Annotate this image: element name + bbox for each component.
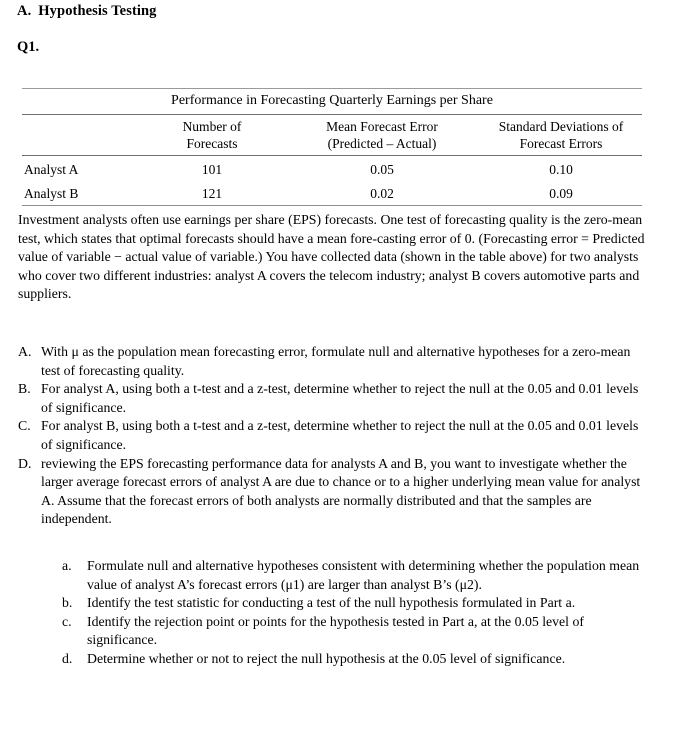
section-heading-text: Hypothesis Testing	[38, 3, 157, 19]
column-header-number-of-forecasts: Number of Forecasts	[140, 114, 284, 155]
table-column-header-row: Number of Forecasts Mean Forecast Error …	[22, 114, 642, 155]
cell-analyst-b-mean-error: 0.02	[370, 186, 394, 202]
cell-analyst-a-mean-error: 0.05	[370, 162, 394, 178]
table-row: Analyst B 121 0.02 0.09	[22, 181, 642, 206]
column-header-standard-deviations: Standard Deviations of Forecast Errors	[480, 114, 642, 155]
list-item-marker: D.	[18, 455, 32, 471]
table-title: Performance in Forecasting Quarterly Ear…	[171, 93, 493, 108]
cell-analyst-b-forecasts: 121	[201, 186, 223, 202]
column-header-mean-forecast-error: Mean Forecast Error (Predicted – Actual)	[284, 114, 480, 155]
cell-analyst-a-forecasts: 101	[201, 162, 223, 178]
list-item: c. Identify the rejection point or point…	[62, 613, 652, 650]
table-bottom-rule	[22, 206, 642, 207]
row-label-analyst-b: Analyst B	[24, 186, 79, 202]
column-header-sd-line1: Standard Deviations of	[498, 118, 624, 134]
list-item-marker: d.	[62, 650, 73, 666]
list-item-text: Determine whether or not to reject the n…	[87, 650, 566, 666]
cell-analyst-b-std-dev: 0.09	[549, 186, 573, 202]
list-item-marker: A.	[18, 344, 32, 359]
table-body: Analyst A 101 0.05 0.10 Analyst B 121 0.…	[22, 155, 642, 207]
question-label: Q1.	[17, 39, 40, 55]
document-page: A. Hypothesis Testing Q1. Performance in …	[0, 0, 692, 740]
row-label-analyst-a: Analyst A	[24, 162, 79, 178]
column-header-number-line2: Forecasts	[186, 135, 238, 151]
list-item-text: Identify the test statistic for conducti…	[87, 595, 576, 611]
list-item: B. For analyst A, using both a t-test an…	[18, 380, 650, 417]
questions-lower-list: a. Formulate null and alternative hypoth…	[62, 557, 652, 669]
list-item: A. With μ as the population mean forecas…	[18, 343, 650, 380]
list-item: a. Formulate null and alternative hypoth…	[62, 557, 652, 594]
list-item: b. Identify the test statistic for condu…	[62, 594, 652, 613]
column-header-blank	[22, 114, 140, 155]
list-item-text: Identify the rejection point or points f…	[87, 613, 584, 648]
list-item-text: With μ as the population mean forecastin…	[41, 344, 631, 378]
list-item-text: Formulate null and alternative hypothese…	[87, 558, 640, 592]
list-item-marker: c.	[62, 613, 72, 629]
column-header-number-line1: Number of	[182, 118, 242, 134]
performance-table-container: Performance in Forecasting Quarterly Ear…	[22, 88, 642, 207]
table-bottom-rule-row	[22, 205, 642, 207]
table-row: Analyst A 101 0.05 0.10	[22, 155, 642, 182]
list-item-text: For analyst B, using both a t-test and a…	[41, 418, 639, 452]
list-item-marker: C.	[18, 418, 31, 434]
list-item-text: reviewing the EPS forecasting performanc…	[41, 455, 641, 527]
list-item-marker: B.	[18, 381, 31, 397]
table-head: Performance in Forecasting Quarterly Ear…	[22, 88, 642, 156]
performance-table: Performance in Forecasting Quarterly Ear…	[22, 88, 642, 207]
table-title-row: Performance in Forecasting Quarterly Ear…	[22, 88, 642, 115]
cell-analyst-a-std-dev: 0.10	[549, 162, 573, 178]
list-item-marker: b.	[62, 595, 73, 611]
column-header-mean-line1: Mean Forecast Error	[326, 118, 438, 134]
intro-paragraph: Investment analysts often use earnings p…	[18, 212, 645, 302]
list-item: C. For analyst B, using both a t-test an…	[18, 417, 650, 454]
section-heading: A. Hypothesis Testing	[17, 3, 157, 20]
list-item-text: For analyst A, using both a t-test and a…	[41, 381, 639, 415]
section-heading-letter: A.	[17, 3, 32, 19]
questions-upper-list: A. With μ as the population mean forecas…	[18, 343, 650, 529]
list-item: d. Determine whether or not to reject th…	[62, 650, 652, 669]
column-header-mean-line2: (Predicted – Actual)	[327, 135, 437, 151]
list-item: D. reviewing the EPS forecasting perform…	[18, 455, 650, 529]
list-item-marker: a.	[62, 558, 72, 573]
column-header-sd-line2: Forecast Errors	[519, 135, 603, 151]
